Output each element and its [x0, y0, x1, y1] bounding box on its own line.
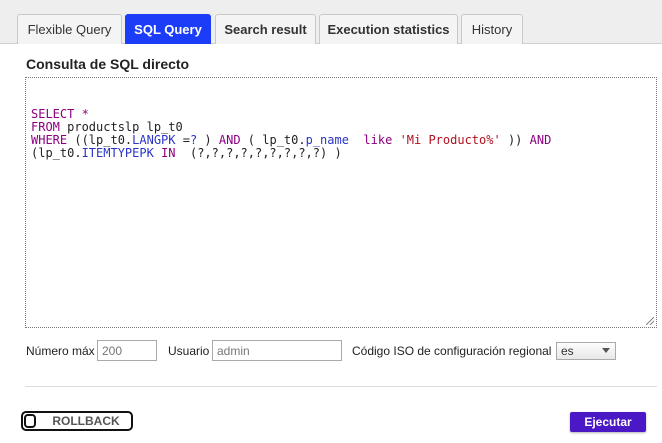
tab-flexible-query[interactable]: Flexible Query — [17, 14, 122, 44]
sql-token: WHERE — [31, 133, 75, 147]
locale-label: Código ISO de configuración regional — [352, 344, 552, 358]
sql-token: ) — [197, 133, 219, 147]
sql-token: ITEMTYPEPK — [81, 146, 154, 160]
sql-token: productslp lp_t0 — [67, 120, 183, 134]
tab-execution-statistics[interactable]: Execution statistics — [319, 14, 458, 44]
execute-button[interactable]: Ejecutar — [570, 412, 646, 432]
locale-selected-value: es — [561, 344, 574, 358]
sql-token: = — [175, 133, 190, 147]
max-results-label: Número máx — [26, 344, 95, 358]
tab-search-result[interactable]: Search result — [215, 14, 316, 44]
sql-editor[interactable]: SELECT * FROM productslp lp_t0 WHERE ((lp_… — [25, 77, 657, 328]
sql-token: (lp_t0. — [31, 146, 82, 160]
chevron-down-icon — [602, 348, 610, 353]
tab-history[interactable]: History — [461, 14, 523, 44]
sql-token: SELECT * — [31, 107, 89, 121]
divider — [25, 386, 657, 387]
sql-token: ( lp_t0. — [240, 133, 306, 147]
sql-token: 'Mi Producto%' — [399, 133, 501, 147]
sql-token: IN — [161, 146, 176, 160]
sql-token: (?,?,?,?,?,?,?,?,?) ) — [175, 146, 342, 160]
user-input[interactable] — [212, 340, 342, 361]
user-label: Usuario — [168, 344, 210, 358]
rollback-toggle[interactable]: ROLLBACK — [21, 411, 133, 431]
sql-token: p_name — [305, 133, 349, 147]
sql-token: )) — [500, 133, 530, 147]
sql-token: FROM — [31, 120, 68, 134]
sql-token: like — [363, 133, 393, 147]
sql-token: ((lp_t0. — [74, 133, 133, 147]
sql-token: AND — [529, 133, 552, 147]
locale-select[interactable]: es — [556, 342, 616, 360]
toggle-knob-icon — [24, 414, 36, 428]
rollback-label: ROLLBACK — [52, 414, 120, 428]
max-results-input[interactable] — [97, 340, 157, 361]
sql-token: AND — [218, 133, 241, 147]
section-title: Consulta de SQL directo — [26, 56, 190, 72]
sql-line: (lp_t0.ITEMTYPEPK IN (?,?,?,?,?,?,?,?,?)… — [31, 147, 651, 160]
resize-grip-icon[interactable] — [646, 317, 654, 325]
tab-sql-query[interactable]: SQL Query — [125, 14, 211, 44]
tab-bar: Flexible Query SQL Query Search result E… — [0, 0, 662, 44]
sql-token: LANGPK — [132, 133, 176, 147]
